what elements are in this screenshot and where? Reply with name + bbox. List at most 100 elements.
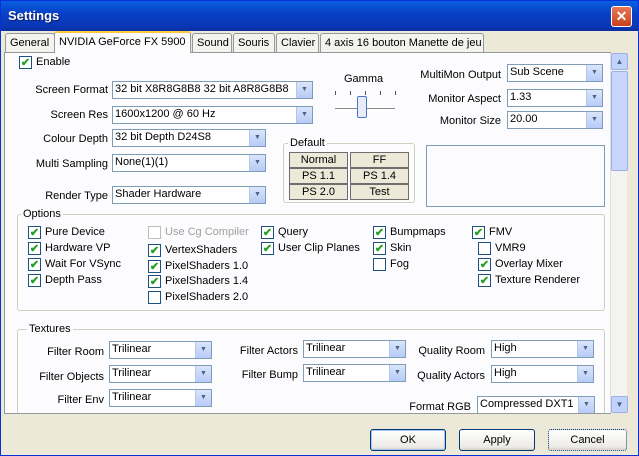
filter-room-label: Filter Room [47,346,104,358]
title-bar[interactable]: Settings ✕ [1,1,638,31]
checkbox-label: Depth Pass [45,274,102,286]
preset-ff-button[interactable]: FF [350,152,409,168]
checkbox-box [373,258,386,271]
gamma-label: Gamma [344,73,384,85]
pixelshaders-10-checkbox[interactable]: ✔ PixelShaders 1.0 [148,260,248,274]
screen-format-value: 32 bit X8R8G8B8 32 bit A8R8G8B8 [115,83,289,95]
filter-room-select[interactable]: Trilinear ▼ [109,341,212,359]
overlay-mixer-checkbox[interactable]: ✔ Overlay Mixer [478,258,563,272]
texture-renderer-checkbox[interactable]: ✔ Texture Renderer [478,274,580,288]
check-icon: ✔ [373,226,386,239]
render-type-select[interactable]: Shader Hardware ▼ [112,186,266,204]
tab-clavier[interactable]: Clavier [276,33,319,52]
checkbox-label: FMV [489,226,513,238]
chevron-down-icon: ▼ [577,366,593,382]
enable-checkbox[interactable]: ✔ Enable [19,56,70,70]
chevron-down-icon: ▼ [249,130,265,146]
chevron-down-icon: ▼ [296,107,312,123]
tab-souris[interactable]: Souris [233,33,275,52]
bumpmaps-checkbox[interactable]: ✔ Bumpmaps [373,226,446,240]
filter-room-value: Trilinear [112,343,152,355]
vertical-scrollbar[interactable]: ▲ ▼ [610,53,628,413]
chevron-down-icon: ▼ [615,400,624,409]
skin-checkbox[interactable]: ✔ Skin [373,242,411,256]
format-rgb-value: Compressed DXT1 [480,398,574,410]
scroll-up-button[interactable]: ▲ [611,53,628,70]
pure-device-checkbox[interactable]: ✔ Pure Device [28,226,105,240]
apply-button[interactable]: Apply [459,429,535,451]
monitor-size-select[interactable]: 20.00 ▼ [507,111,603,129]
quality-room-select[interactable]: High ▼ [491,340,594,358]
tab-joystick[interactable]: 4 axis 16 bouton Manette de jeu [320,33,484,52]
quality-room-label: Quality Room [418,345,485,357]
tick [380,91,381,95]
hardware-vp-checkbox[interactable]: ✔ Hardware VP [28,242,110,256]
chevron-down-icon: ▼ [586,65,602,81]
check-icon: ✔ [19,56,32,69]
use-cg-compiler-checkbox[interactable]: Use Cg Compiler [148,226,249,240]
fog-checkbox[interactable]: Fog [373,258,409,272]
preset-normal-button[interactable]: Normal [289,152,348,168]
render-type-label: Render Type [45,190,108,202]
chevron-down-icon: ▼ [586,112,602,128]
quality-actors-select[interactable]: High ▼ [491,365,594,383]
chevron-down-icon: ▼ [195,366,211,382]
scroll-down-button[interactable]: ▼ [611,396,628,413]
format-rgb-select[interactable]: Compressed DXT1 ▼ [477,396,595,413]
multi-sampling-value: None(1)(1) [115,156,169,168]
colour-depth-select[interactable]: 32 bit Depth D24S8 ▼ [112,129,266,147]
checkbox-label: PixelShaders 2.0 [165,291,249,303]
preset-ps14-button[interactable]: PS 1.4 [350,168,409,184]
chevron-down-icon: ▼ [195,390,211,406]
filter-objects-label: Filter Objects [39,371,104,383]
preset-ps11-button[interactable]: PS 1.1 [289,168,348,184]
fmv-checkbox[interactable]: ✔ FMV [472,226,512,240]
ok-button[interactable]: OK [370,429,446,451]
check-icon: ✔ [28,274,41,287]
preview-box [426,145,605,207]
tick [395,91,396,95]
tab-sound[interactable]: Sound [192,33,232,52]
multi-sampling-label: Multi Sampling [35,158,108,170]
screen-format-select[interactable]: 32 bit X8R8G8B8 32 bit A8R8G8B8 ▼ [112,81,313,99]
monitor-aspect-select[interactable]: 1.33 ▼ [507,89,603,107]
filter-env-label: Filter Env [57,394,104,406]
tab-nvidia[interactable]: NVIDIA GeForce FX 5900 [54,31,191,53]
monitor-aspect-value: 1.33 [510,91,532,103]
multimon-output-select[interactable]: Sub Scene ▼ [507,64,603,82]
pixelshaders-14-checkbox[interactable]: ✔ PixelShaders 1.4 [148,275,248,289]
filter-actors-select[interactable]: Trilinear ▼ [303,340,406,358]
wait-for-vsync-checkbox[interactable]: ✔ Wait For VSync [28,258,121,272]
cancel-button[interactable]: Cancel [548,429,627,451]
depth-pass-checkbox[interactable]: ✔ Depth Pass [28,274,102,288]
preset-ps20-button[interactable]: PS 2.0 [289,184,348,200]
multi-sampling-select[interactable]: None(1)(1) ▼ [112,154,266,172]
multimon-output-label: MultiMon Output [420,69,501,81]
close-button[interactable]: ✕ [611,6,632,27]
filter-env-select[interactable]: Trilinear ▼ [109,389,212,407]
preset-test-button[interactable]: Test [350,184,409,200]
colour-depth-value: 32 bit Depth D24S8 [115,131,212,143]
quality-actors-value: High [494,367,517,379]
chevron-down-icon: ▼ [578,397,594,413]
checkbox-box [148,291,161,304]
query-checkbox[interactable]: ✔ Query [261,226,308,240]
user-clip-planes-checkbox[interactable]: ✔ User Clip Planes [261,242,360,256]
gamma-slider-thumb[interactable] [357,96,367,118]
filter-bump-label: Filter Bump [241,369,298,381]
screen-res-value: 1600x1200 @ 60 Hz [115,108,216,120]
filter-objects-select[interactable]: Trilinear ▼ [109,365,212,383]
check-icon: ✔ [28,226,41,239]
checkbox-label: Overlay Mixer [495,258,563,270]
scroll-thumb[interactable] [611,71,628,171]
filter-env-value: Trilinear [112,391,152,403]
tab-general[interactable]: General [5,33,55,52]
screen-res-select[interactable]: 1600x1200 @ 60 Hz ▼ [112,106,313,124]
filter-bump-select[interactable]: Trilinear ▼ [303,364,406,382]
check-icon: ✔ [261,242,274,255]
checkbox-label: VMR9 [495,242,526,254]
tab-panel: ✔ Enable Screen Format 32 bit X8R8G8B8 32… [4,52,611,414]
vertexshaders-checkbox[interactable]: ✔ VertexShaders [148,244,237,258]
pixelshaders-20-checkbox[interactable]: PixelShaders 2.0 [148,291,248,305]
vmr9-checkbox[interactable]: VMR9 [478,242,526,256]
